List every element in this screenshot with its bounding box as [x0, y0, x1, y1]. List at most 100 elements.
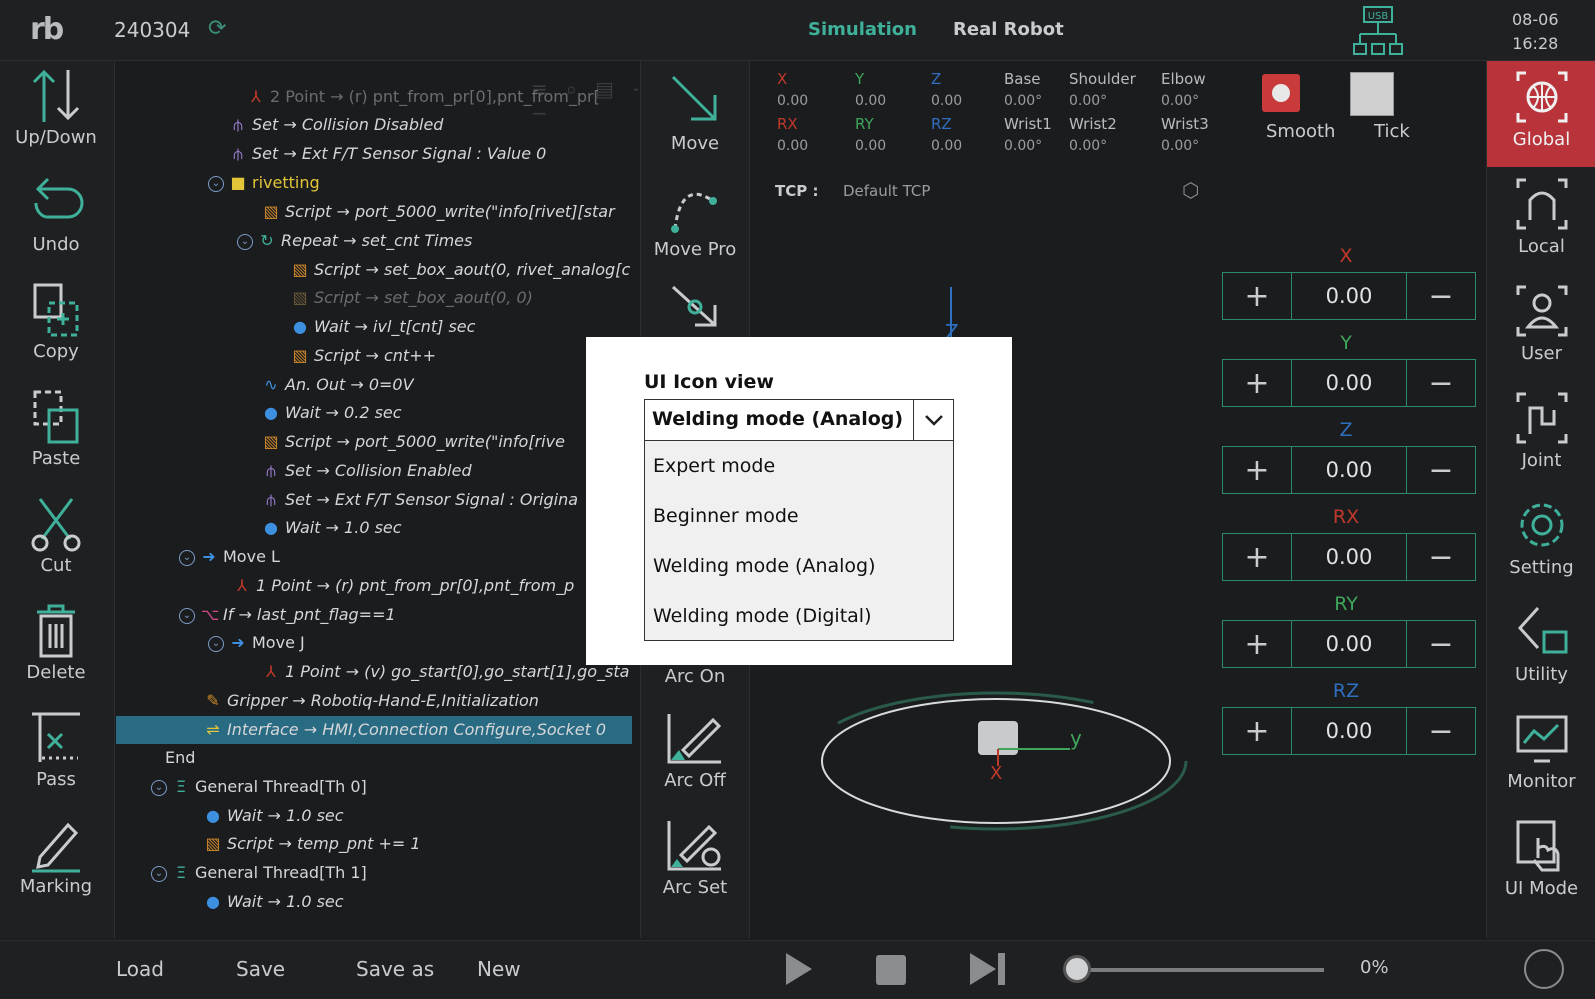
- utility-button[interactable]: Utility: [1487, 596, 1595, 702]
- tree-node[interactable]: ● Wait → 1.0 sec: [205, 802, 344, 830]
- jog-z-plus-button[interactable]: +: [1223, 447, 1291, 493]
- tree-node[interactable]: ▧ Script → temp_pnt += 1: [205, 830, 420, 858]
- jog-y-value[interactable]: 0.00: [1291, 360, 1407, 406]
- sync-icon[interactable]: ⟳: [208, 16, 226, 41]
- copy-button[interactable]: Copy: [0, 275, 112, 381]
- save-button[interactable]: Save: [236, 957, 285, 981]
- tree-node[interactable]: ⌄ ⌥ If → last_pnt_flag==1: [179, 601, 396, 629]
- stop-icon[interactable]: [876, 955, 906, 985]
- tree-node[interactable]: ⅄ 2 Point → (r) pnt_from_pr[0],pnt_from_p…: [248, 83, 600, 111]
- paste-button[interactable]: Paste: [0, 382, 112, 488]
- jog-x-plus-button[interactable]: +: [1223, 273, 1291, 319]
- tree-node[interactable]: ⌄ ➜ Move J: [208, 629, 305, 657]
- tree-node[interactable]: ∿ An. Out → 0=0V: [263, 371, 413, 399]
- tree-node-selected[interactable]: ⇌ Interface → HMI,Connection Configure,So…: [116, 716, 632, 744]
- step-forward-icon[interactable]: [968, 951, 1008, 987]
- tree-node[interactable]: ⅄ 1 Point → (v) go_start[0],go_start[1],g…: [263, 658, 629, 686]
- tick-toggle[interactable]: [1350, 72, 1394, 116]
- tree-node[interactable]: ⫛ Set → Ext F/T Sensor Signal : Value 0: [230, 140, 546, 168]
- tcp-value[interactable]: Default TCP: [843, 182, 930, 200]
- save-as-button[interactable]: Save as: [356, 957, 434, 981]
- global-button[interactable]: Global: [1487, 61, 1595, 167]
- chevron-down-icon[interactable]: [913, 400, 955, 440]
- tree-node[interactable]: ⫛ Set → Ext F/T Sensor Signal : Origina: [263, 486, 578, 514]
- tree-node[interactable]: ⌄ Ξ General Thread[Th 0]: [151, 773, 367, 801]
- move-button[interactable]: Move: [641, 69, 749, 154]
- collapse-icon[interactable]: ⌄: [179, 549, 195, 566]
- tree-node[interactable]: ⌄ ➜ Move L: [179, 543, 280, 571]
- joint-button[interactable]: Joint: [1487, 382, 1595, 488]
- collapse-icon[interactable]: ⌄: [208, 635, 224, 652]
- tree-node[interactable]: ● Wait → ivl_t[cnt] sec: [292, 313, 475, 341]
- jog-ry-value[interactable]: 0.00: [1291, 621, 1407, 667]
- tree-node[interactable]: ✎ Gripper → Robotiq-Hand-E,Initialization: [205, 687, 539, 715]
- memo-icon[interactable]: ▤: [595, 77, 632, 101]
- jog-rz-plus-button[interactable]: +: [1223, 708, 1291, 754]
- option-welding-analog[interactable]: Welding mode (Analog): [653, 555, 876, 577]
- collapse-icon[interactable]: ⌄: [179, 607, 195, 624]
- tree-node[interactable]: ▧ Script → port_5000_write("info[rive: [263, 428, 564, 456]
- tree-node[interactable]: ⫛ Set → Collision Disabled: [230, 111, 443, 139]
- move-target-button[interactable]: [641, 281, 749, 335]
- speed-slider-track[interactable]: [1076, 968, 1324, 972]
- speed-slider-knob[interactable]: [1063, 955, 1091, 983]
- power-icon[interactable]: [1524, 949, 1564, 989]
- marking-button[interactable]: Marking: [0, 810, 112, 916]
- ui-mode-dropdown[interactable]: Welding mode (Analog): [644, 399, 954, 441]
- tree-node[interactable]: ▧ Script → port_5000_write("info[rivet][s…: [263, 198, 614, 226]
- tree-node[interactable]: ▧ Script → set_box_aout(0, 0): [292, 284, 532, 312]
- play-icon[interactable]: [782, 951, 814, 987]
- tree-node-end[interactable]: End: [165, 744, 195, 772]
- collapse-icon[interactable]: ⌄: [151, 865, 167, 882]
- tab-simulation[interactable]: Simulation: [808, 19, 917, 40]
- tree-node[interactable]: ● Wait → 1.0 sec: [263, 514, 402, 542]
- ui-mode-button[interactable]: UI Mode: [1487, 810, 1595, 916]
- tree-node-folder[interactable]: ⌄ ■ rivetting: [208, 169, 320, 197]
- load-button[interactable]: Load: [116, 957, 164, 981]
- undo-button[interactable]: Undo: [0, 168, 112, 274]
- tree-node[interactable]: ● Wait → 0.2 sec: [263, 399, 402, 427]
- collapse-icon[interactable]: ⌄: [151, 779, 167, 796]
- jog-rz-minus-button[interactable]: −: [1407, 708, 1475, 754]
- jog-ry-minus-button[interactable]: −: [1407, 621, 1475, 667]
- move-pro-button[interactable]: Move Pro: [641, 175, 749, 260]
- user-button[interactable]: User: [1487, 275, 1595, 381]
- tree-node[interactable]: ⫛ Set → Collision Enabled: [263, 457, 471, 485]
- local-button[interactable]: Local: [1487, 168, 1595, 274]
- new-button[interactable]: New: [477, 957, 521, 981]
- jog-rz-value[interactable]: 0.00: [1291, 708, 1407, 754]
- jog-z-value[interactable]: 0.00: [1291, 447, 1407, 493]
- jog-x-minus-button[interactable]: −: [1407, 273, 1475, 319]
- tree-node[interactable]: ⌄ ↻ Repeat → set_cnt Times: [237, 227, 472, 255]
- tree-node[interactable]: ● Wait → 1.0 sec: [205, 888, 344, 916]
- program-tree[interactable]: ≡⌕▤+− ⅄2 Point → (r) pnt_from_pr[0],pnt_…: [116, 61, 638, 938]
- tree-node[interactable]: ⅄ 1 Point → (r) pnt_from_pr[0],pnt_from_p: [234, 572, 574, 600]
- jog-rx-minus-button[interactable]: −: [1407, 534, 1475, 580]
- jog-rx-value[interactable]: 0.00: [1291, 534, 1407, 580]
- option-beginner-mode[interactable]: Beginner mode: [653, 505, 799, 527]
- up-down-button[interactable]: Up/Down: [0, 61, 112, 167]
- jog-y-plus-button[interactable]: +: [1223, 360, 1291, 406]
- option-welding-digital[interactable]: Welding mode (Digital): [653, 605, 872, 627]
- arc-on-button[interactable]: Arc On: [641, 666, 749, 687]
- option-expert-mode[interactable]: Expert mode: [653, 455, 775, 477]
- add-icon[interactable]: +: [632, 77, 638, 101]
- tab-real-robot[interactable]: Real Robot: [953, 19, 1064, 40]
- jog-ry-plus-button[interactable]: +: [1223, 621, 1291, 667]
- cut-button[interactable]: Cut: [0, 489, 112, 595]
- setting-button[interactable]: Setting: [1487, 489, 1595, 595]
- monitor-button[interactable]: Monitor: [1487, 703, 1595, 809]
- tree-node[interactable]: ▧ Script → set_box_aout(0, rivet_analog[c: [292, 256, 630, 284]
- delete-button[interactable]: Delete: [0, 596, 112, 702]
- collapse-icon[interactable]: ⌄: [237, 233, 253, 250]
- arc-off-button[interactable]: Arc Off: [641, 706, 749, 791]
- pass-button[interactable]: Pass: [0, 703, 112, 809]
- tree-node[interactable]: ⌄ Ξ General Thread[Th 1]: [151, 859, 367, 887]
- cube-view-icon[interactable]: ⬡: [1182, 178, 1199, 202]
- arc-set-button[interactable]: Arc Set: [641, 813, 749, 898]
- tree-node[interactable]: ▧ Script → cnt++: [292, 342, 436, 370]
- jog-x-value[interactable]: 0.00: [1291, 273, 1407, 319]
- jog-y-minus-button[interactable]: −: [1407, 360, 1475, 406]
- usb-icon[interactable]: USB: [1352, 6, 1404, 56]
- jog-z-minus-button[interactable]: −: [1407, 447, 1475, 493]
